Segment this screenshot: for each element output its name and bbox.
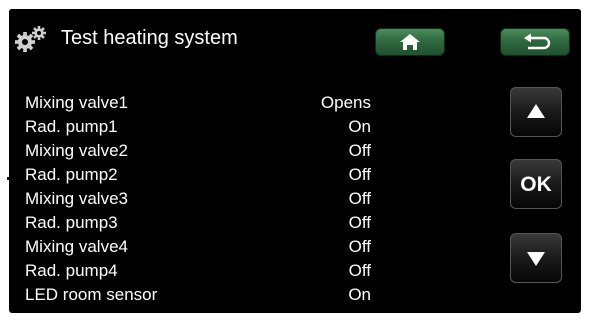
list-item[interactable]: Rad. pump1 On <box>25 115 371 139</box>
item-value: Off <box>348 189 371 208</box>
item-value: Opens <box>320 93 371 112</box>
gears-icon <box>15 26 47 52</box>
back-button[interactable] <box>500 28 570 56</box>
item-value: Off <box>348 165 371 184</box>
item-value: Off <box>348 237 371 256</box>
scroll-up-button[interactable] <box>510 87 562 137</box>
list-item[interactable]: Mixing valve4 Off <box>25 235 371 259</box>
item-value: On <box>348 285 371 304</box>
list-item[interactable]: Rad. pump3 Off <box>25 211 371 235</box>
item-label: Rad. pump2 <box>25 165 118 184</box>
test-items-list: Mixing valve1 Opens Rad. pump1 On Mixing… <box>25 91 371 307</box>
scroll-down-button[interactable] <box>510 233 562 283</box>
item-value: On <box>348 117 371 136</box>
header-bar: Test heating system <box>9 9 581 71</box>
page-title: Test heating system <box>61 27 238 49</box>
item-value: Off <box>348 261 371 280</box>
item-label: Mixing valve1 <box>25 93 128 112</box>
display-screen: Test heating system Mixing valve1 Opens … <box>9 9 581 313</box>
item-label: Mixing valve2 <box>25 141 128 160</box>
item-label: Rad. pump1 <box>25 117 118 136</box>
item-value: Off <box>348 213 371 232</box>
item-value: Off <box>348 141 371 160</box>
item-label: Mixing valve4 <box>25 237 128 256</box>
item-label: LED room sensor <box>25 285 158 304</box>
ok-label: OK <box>520 173 552 196</box>
list-item[interactable]: Mixing valve3 Off <box>25 187 371 211</box>
list-item[interactable]: Rad. pump4 Off <box>25 259 371 283</box>
item-label: Rad. pump3 <box>25 213 118 232</box>
home-button[interactable] <box>375 28 445 56</box>
item-label: Rad. pump4 <box>25 261 118 280</box>
list-item[interactable]: LED room sensor On <box>25 283 371 307</box>
list-item[interactable]: Mixing valve1 Opens <box>25 91 371 115</box>
ok-button[interactable]: OK <box>510 159 562 209</box>
item-label: Mixing valve3 <box>25 189 128 208</box>
list-item[interactable]: Mixing valve2 Off <box>25 139 371 163</box>
list-item[interactable]: Rad. pump2 Off <box>25 163 371 187</box>
